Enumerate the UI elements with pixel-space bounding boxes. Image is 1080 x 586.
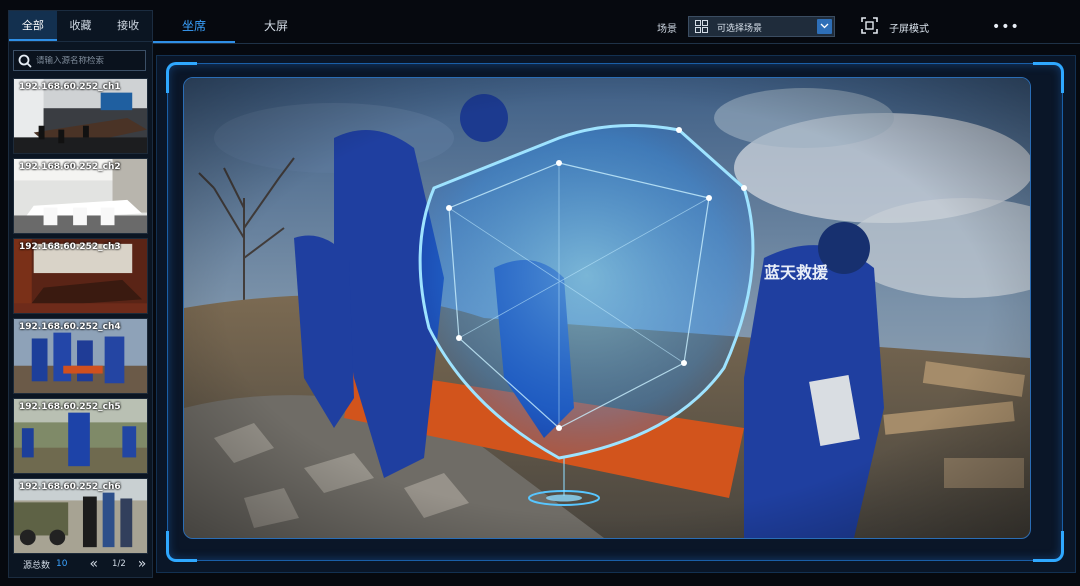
page-indicator: 1/2: [112, 559, 126, 569]
source-label: 192.168.60.252_ch3: [19, 242, 121, 252]
search-box: [13, 50, 146, 71]
scene-select[interactable]: 可选择场景: [688, 16, 835, 37]
scene-label: 场景: [657, 24, 677, 35]
subscreen-mode-label: 子屏模式: [889, 24, 929, 35]
grid-icon: [695, 20, 708, 33]
source-list: 192.168.60.252_ch1 192.168.60.252_ch2 19…: [13, 78, 148, 558]
source-label: 192.168.60.252_ch1: [19, 82, 121, 92]
double-chevron-left-icon[interactable]: «: [89, 556, 98, 572]
source-item-ch2[interactable]: 192.168.60.252_ch2: [13, 158, 148, 234]
tab-seat[interactable]: 坐席: [153, 10, 235, 43]
double-chevron-right-icon[interactable]: »: [138, 556, 147, 572]
source-item-ch1[interactable]: 192.168.60.252_ch1: [13, 78, 148, 154]
source-item-ch4[interactable]: 192.168.60.252_ch4: [13, 318, 148, 394]
source-item-ch6[interactable]: 192.168.60.252_ch6: [13, 478, 148, 554]
source-panel: 全部 收藏 接收 192.168.60.252_ch1: [8, 10, 153, 578]
total-sources-label: 源总数: [23, 560, 51, 571]
source-item-ch3[interactable]: 192.168.60.252_ch3: [13, 238, 148, 314]
frame-corner: [1033, 531, 1064, 562]
chevron-down-icon[interactable]: [817, 19, 832, 34]
search-input[interactable]: [33, 55, 145, 66]
top-bar-divider: [153, 43, 1080, 44]
source-tabs: 全部 收藏 接收: [9, 11, 152, 42]
video-viewer: 蓝天救援: [156, 55, 1076, 573]
frame-corner: [1033, 62, 1064, 93]
source-label: 192.168.60.252_ch4: [19, 322, 121, 332]
source-item-ch5[interactable]: 192.168.60.252_ch5: [13, 398, 148, 474]
tab-all[interactable]: 全部: [9, 11, 57, 41]
tab-received[interactable]: 接收: [104, 11, 152, 41]
tab-favorites[interactable]: 收藏: [57, 11, 105, 41]
scene-value: 可选择场景: [717, 24, 763, 34]
total-sources-count: 10: [56, 559, 68, 569]
more-dots-icon[interactable]: •••: [992, 19, 1020, 35]
focus-frame-icon: [861, 17, 878, 34]
tab-big-screen[interactable]: 大屏: [243, 10, 309, 43]
source-footer: 源总数 10 « 1/2 »: [9, 551, 152, 577]
top-bar: 坐席 大屏 场景 可选择场景 子屏模式 •••: [153, 10, 1080, 44]
search-icon[interactable]: [17, 53, 33, 69]
source-label: 192.168.60.252_ch5: [19, 402, 121, 412]
video-image: 蓝天救援: [184, 78, 1030, 538]
source-label: 192.168.60.252_ch2: [19, 162, 121, 172]
video-frame[interactable]: 蓝天救援: [183, 77, 1031, 539]
source-label: 192.168.60.252_ch6: [19, 482, 121, 492]
